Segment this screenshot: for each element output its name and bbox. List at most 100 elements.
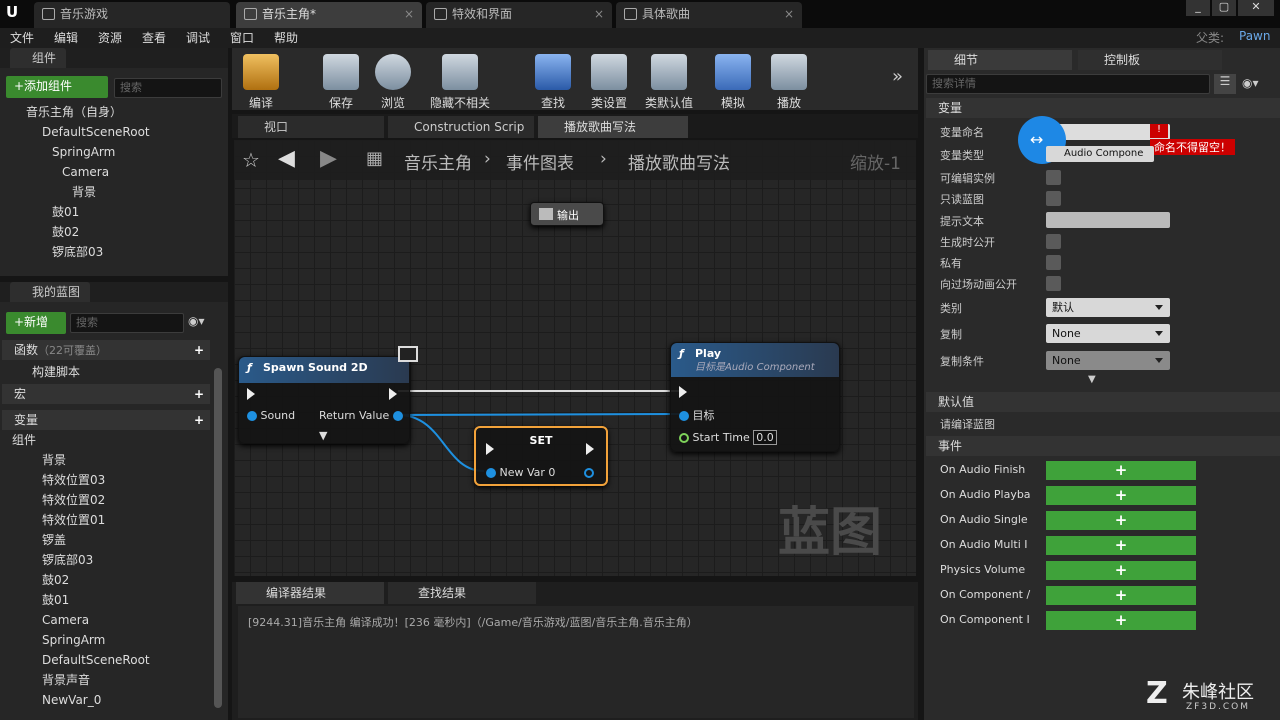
tree-item[interactable]: 鼓01 bbox=[8, 202, 223, 222]
maximize-button[interactable]: ▢ bbox=[1212, 0, 1236, 16]
add-event-button[interactable]: + bbox=[1046, 611, 1196, 630]
close-icon[interactable]: × bbox=[404, 2, 414, 26]
advanced-chevron-icon[interactable]: ▼ bbox=[319, 429, 327, 442]
play-exec-out[interactable] bbox=[819, 385, 827, 398]
set-exec-out[interactable] bbox=[586, 442, 594, 455]
eye-icon[interactable]: ◉▾ bbox=[1242, 76, 1259, 90]
variable-item[interactable]: 特效位置01 bbox=[24, 510, 210, 530]
sound-pin[interactable]: Sound bbox=[247, 409, 295, 422]
hide-unrelated-button[interactable]: 隐藏不相关 bbox=[424, 52, 496, 110]
variable-item[interactable]: NewVar_0 bbox=[24, 690, 210, 710]
tab-play-song[interactable]: 播放歌曲写法 bbox=[538, 116, 688, 138]
readonly-checkbox[interactable] bbox=[1046, 191, 1061, 206]
add-function-button[interactable]: + bbox=[194, 340, 204, 360]
tree-item[interactable]: SpringArm bbox=[8, 142, 223, 162]
parent-class-link[interactable]: Pawn bbox=[1239, 29, 1270, 43]
spawn-exec-in[interactable] bbox=[247, 387, 255, 400]
macros-section[interactable]: 宏 + bbox=[2, 384, 210, 404]
tab-music-game[interactable]: 音乐游戏 bbox=[34, 2, 230, 28]
spawn-sound-node[interactable]: ƒ Spawn Sound 2D Sound Return Value ▼ bbox=[238, 356, 410, 444]
variable-item[interactable]: 特效位置02 bbox=[24, 490, 210, 510]
add-event-button[interactable]: + bbox=[1046, 461, 1196, 480]
tooltip-input[interactable] bbox=[1046, 212, 1170, 228]
find-button[interactable]: 查找 bbox=[528, 52, 578, 110]
play-button[interactable]: 播放 bbox=[764, 52, 814, 110]
tree-item[interactable]: 锣底部03 bbox=[8, 242, 223, 262]
variable-item[interactable]: SpringArm bbox=[24, 630, 210, 650]
expand-advanced-icon[interactable]: ▼ bbox=[1088, 374, 1096, 385]
tree-item[interactable]: 鼓02 bbox=[8, 222, 223, 242]
save-button[interactable]: 保存 bbox=[316, 52, 366, 110]
target-pin[interactable]: 目标 bbox=[679, 407, 715, 423]
tab-details[interactable]: 细节 bbox=[928, 50, 1072, 70]
my-blueprint-tab[interactable]: 我的蓝图 bbox=[10, 282, 91, 302]
variable-item[interactable]: 鼓01 bbox=[24, 590, 210, 610]
menu-edit[interactable]: 编辑 bbox=[54, 29, 78, 46]
close-icon[interactable]: × bbox=[594, 2, 604, 26]
tab-effects-ui[interactable]: 特效和界面 × bbox=[426, 2, 612, 28]
component-search-input[interactable]: 搜索 bbox=[114, 78, 222, 98]
blueprint-search-input[interactable]: 搜索 bbox=[70, 313, 184, 333]
spawn-exec-out[interactable] bbox=[389, 387, 397, 400]
tree-item[interactable]: Camera bbox=[8, 162, 223, 182]
self-item[interactable]: 音乐主角（自身） bbox=[8, 102, 223, 122]
variable-item[interactable]: 锣底部03 bbox=[24, 550, 210, 570]
private-checkbox[interactable] bbox=[1046, 255, 1061, 270]
details-search-input[interactable]: 搜索详情 bbox=[926, 74, 1210, 94]
ue-logo-icon[interactable]: U bbox=[6, 3, 26, 23]
compile-button[interactable]: 编译 bbox=[236, 52, 286, 110]
add-event-button[interactable]: + bbox=[1046, 511, 1196, 530]
add-macro-button[interactable]: + bbox=[194, 384, 204, 404]
add-event-button[interactable]: + bbox=[1046, 561, 1196, 580]
play-node[interactable]: ƒ Play 目标是Audio Component 目标 Start Time 0.… bbox=[670, 342, 840, 452]
return-value-pin[interactable]: Return Value bbox=[319, 409, 403, 422]
close-icon[interactable]: × bbox=[784, 2, 794, 26]
start-time-pin[interactable]: Start Time 0.0 bbox=[679, 430, 777, 445]
tree-item[interactable]: 背景 bbox=[8, 182, 223, 202]
tab-construction-script[interactable]: Construction Scrip bbox=[388, 116, 534, 138]
close-window-button[interactable]: ✕ bbox=[1238, 0, 1274, 16]
simulate-button[interactable]: 模拟 bbox=[708, 52, 758, 110]
components-tab[interactable]: 组件 bbox=[10, 48, 67, 68]
variable-item[interactable]: 背景 bbox=[24, 450, 210, 470]
class-defaults-button[interactable]: 类默认值 bbox=[640, 52, 698, 110]
list-view-icon[interactable]: ☰ bbox=[1214, 74, 1236, 94]
add-variable-button[interactable]: + bbox=[194, 410, 204, 430]
var-type-dropdown[interactable]: Audio Compone bbox=[1046, 146, 1154, 162]
menu-window[interactable]: 窗口 bbox=[230, 29, 254, 46]
add-event-button[interactable]: + bbox=[1046, 486, 1196, 505]
tree-item[interactable]: DefaultSceneRoot bbox=[8, 122, 223, 142]
menu-help[interactable]: 帮助 bbox=[274, 29, 298, 46]
minimize-button[interactable]: _ bbox=[1186, 0, 1210, 16]
new-var-pin[interactable]: New Var 0 bbox=[486, 466, 555, 479]
set-node[interactable]: SET New Var 0 bbox=[474, 426, 608, 486]
add-event-button[interactable]: + bbox=[1046, 536, 1196, 555]
menu-debug[interactable]: 调试 bbox=[186, 29, 210, 46]
start-time-field[interactable]: 0.0 bbox=[753, 430, 777, 445]
components-category[interactable]: 组件 bbox=[12, 430, 36, 450]
set-exec-in[interactable] bbox=[486, 442, 494, 455]
menu-file[interactable]: 文件 bbox=[10, 29, 34, 46]
variables-section[interactable]: 变量 + bbox=[2, 410, 210, 430]
menu-asset[interactable]: 资源 bbox=[98, 29, 122, 46]
editable-checkbox[interactable] bbox=[1046, 170, 1061, 185]
play-exec-in[interactable] bbox=[679, 385, 687, 398]
functions-section[interactable]: 函数（22可覆盖） + bbox=[2, 340, 210, 360]
events-section-header[interactable]: 事件 bbox=[926, 436, 1280, 456]
rep-condition-dropdown[interactable]: None bbox=[1046, 351, 1170, 370]
new-button[interactable]: +新增 bbox=[6, 312, 66, 334]
add-event-button[interactable]: + bbox=[1046, 586, 1196, 605]
compiler-results-tab[interactable]: 编译器结果 bbox=[236, 582, 384, 604]
expand-toolbar-icon[interactable]: » bbox=[892, 66, 903, 87]
scrollbar[interactable] bbox=[214, 368, 222, 708]
variable-item[interactable]: DefaultSceneRoot bbox=[24, 650, 210, 670]
construction-script-item[interactable]: 构建脚本 bbox=[32, 362, 80, 382]
graph-canvas[interactable]: ☆ ◀ ▶ ▦ 音乐主角 › 事件图表 › 播放歌曲写法 缩放-1 蓝图 输出 … bbox=[234, 140, 916, 576]
tab-song[interactable]: 具体歌曲 × bbox=[616, 2, 802, 28]
default-value-section-header[interactable]: 默认值 bbox=[926, 392, 1280, 412]
browse-button[interactable]: 浏览 bbox=[368, 52, 418, 110]
tab-control[interactable]: 控制板 bbox=[1078, 50, 1222, 70]
variable-item[interactable]: Camera bbox=[24, 610, 210, 630]
menu-view[interactable]: 查看 bbox=[142, 29, 166, 46]
variable-item[interactable]: 锣盖 bbox=[24, 530, 210, 550]
